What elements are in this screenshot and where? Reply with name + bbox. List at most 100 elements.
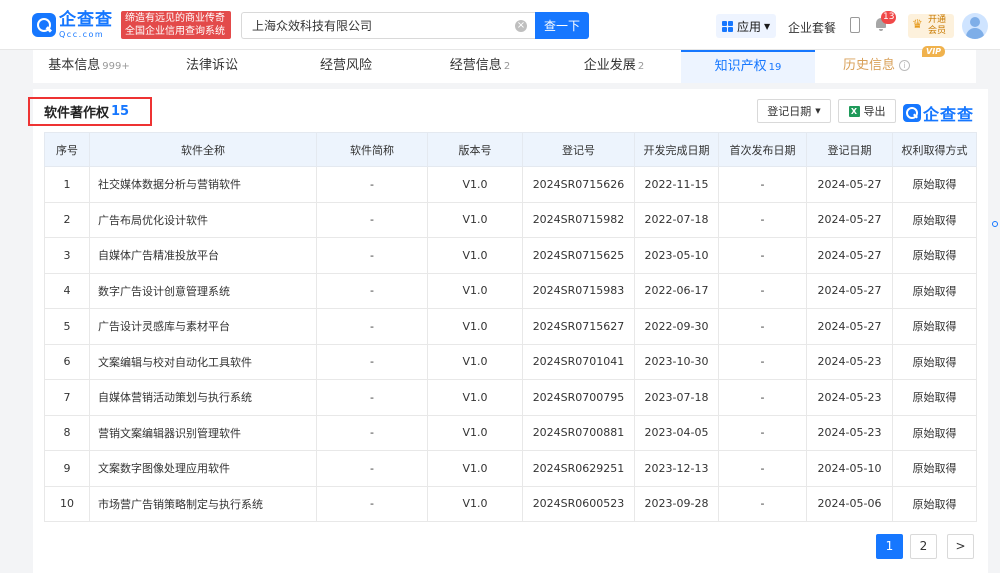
mobile-phone-icon[interactable] <box>850 17 860 33</box>
col-dev-date-cell: 2022-07-18 <box>634 201 719 238</box>
col-version-cell: V1.0 <box>427 201 523 238</box>
col-acquire-method-cell: 原始取得 <box>892 272 977 309</box>
table-row[interactable]: 2 广告布局优化设计软件 - V1.0 2024SR0715982 2022-07-18-… <box>44 201 977 238</box>
user-avatar[interactable] <box>962 13 988 39</box>
tab-business-risk[interactable]: 经营风险 <box>279 50 413 83</box>
magnifier-logo-icon <box>903 104 921 122</box>
col-version-cell: V1.0 <box>427 343 523 380</box>
col-reg-no-cell: 2024SR0700881 <box>522 414 635 451</box>
logo-cn: 企查查 <box>59 9 113 30</box>
tab-label: 企业发展 <box>583 58 636 73</box>
col-dev-date-cell: 2022-09-30 <box>634 308 719 345</box>
col-index-cell: 10 <box>44 485 90 522</box>
col-full-name-cell[interactable]: 自媒体广告精准投放平台 <box>89 237 317 274</box>
search-button[interactable]: 查一下 <box>535 12 589 39</box>
open-vip-button[interactable]: 开通 会员 <box>908 14 954 38</box>
top-header: 企查查 Qcc.com 缔造有远见的商业传奇 全国企业信用查询系统 × 查一下 … <box>0 0 1000 50</box>
slogan-banner: 缔造有远见的商业传奇 全国企业信用查询系统 <box>121 11 231 39</box>
col-reg-no-cell: 2024SR0701041 <box>522 343 635 380</box>
tab-operation-info[interactable]: 经营信息 2 <box>413 50 547 83</box>
clear-icon[interactable]: × <box>515 20 527 32</box>
tab-count: 2 <box>637 61 645 72</box>
col-index-cell: 5 <box>44 308 90 345</box>
export-button[interactable]: X 导出 <box>838 99 896 123</box>
col-publish-date-cell: - <box>718 450 807 487</box>
col-reg-no-cell: 2024SR0715625 <box>522 237 635 274</box>
app-menu-button[interactable]: 应用 ▼ <box>716 14 777 38</box>
col-publish-date-cell: - <box>718 166 807 203</box>
col-publish-date-cell: - <box>718 414 807 451</box>
table-header-col-publish-date: 首次发布日期 <box>718 132 807 167</box>
tab-history[interactable]: 历史信息 i <box>815 50 938 83</box>
col-full-name-cell[interactable]: 广告设计灵感库与素材平台 <box>89 308 317 345</box>
chevron-down-icon: ▼ <box>815 107 821 115</box>
col-publish-date-cell: - <box>718 379 807 416</box>
brand-text: 企查查 <box>923 105 975 124</box>
table-row[interactable]: 9 文案数字图像处理应用软件 - V1.0 2024SR0629251 2023-12-1… <box>44 450 977 487</box>
table-row[interactable]: 10 市场营广告销策略制定与执行系统 - V1.0 2024SR0600523 2023-… <box>44 485 977 522</box>
col-reg-date-cell: 2024-05-27 <box>806 272 893 309</box>
col-full-name-cell[interactable]: 广告布局优化设计软件 <box>89 201 317 238</box>
col-reg-date-cell: 2024-05-06 <box>806 485 893 522</box>
qcc-logo[interactable]: 企查查 Qcc.com <box>32 10 113 40</box>
page-2-button[interactable]: 2 <box>910 534 937 559</box>
magnifier-logo-icon <box>32 13 56 37</box>
col-full-name-cell[interactable]: 文案编辑与校对自动化工具软件 <box>89 343 317 380</box>
col-full-name-cell[interactable]: 社交媒体数据分析与营销软件 <box>89 166 317 203</box>
col-dev-date-cell: 2023-07-18 <box>634 379 719 416</box>
tab-basic-info[interactable]: 基本信息 999+ <box>33 50 145 83</box>
table-header-col-dev-date: 开发完成日期 <box>634 132 719 167</box>
col-dev-date-cell: 2023-10-30 <box>634 343 719 380</box>
search-box: × <box>241 12 535 39</box>
table-row[interactable]: 4 数字广告设计创意管理系统 - V1.0 2024SR0715983 2022-06-1… <box>44 272 977 309</box>
col-index-cell: 7 <box>44 379 90 416</box>
col-index-cell: 4 <box>44 272 90 309</box>
col-full-name-cell[interactable]: 自媒体营销活动策划与执行系统 <box>89 379 317 416</box>
table-row[interactable]: 3 自媒体广告精准投放平台 - V1.0 2024SR0715625 2023-05-10… <box>44 237 977 274</box>
col-reg-no-cell: 2024SR0700795 <box>522 379 635 416</box>
tab-development[interactable]: 企业发展 2 <box>547 50 681 83</box>
col-dev-date-cell: 2023-12-13 <box>634 450 719 487</box>
col-full-name-cell[interactable]: 文案数字图像处理应用软件 <box>89 450 317 487</box>
tab-legal[interactable]: 法律诉讼 <box>145 50 279 83</box>
table-header-col-acquire-method: 权利取得方式 <box>892 132 977 167</box>
col-reg-no-cell: 2024SR0600523 <box>522 485 635 522</box>
col-index-cell: 9 <box>44 450 90 487</box>
vip-open-line-2: 会员 <box>928 26 947 36</box>
table-row[interactable]: 7 自媒体营销活动策划与执行系统 - V1.0 2024SR0700795 2023-07… <box>44 379 977 416</box>
col-reg-no-cell: 2024SR0715982 <box>522 201 635 238</box>
table-row[interactable]: 6 文案编辑与校对自动化工具软件 - V1.0 2024SR0701041 2023-10… <box>44 343 977 380</box>
table-header-col-full-name: 软件全称 <box>89 132 317 167</box>
page-1-button[interactable]: 1 <box>876 534 903 559</box>
slogan-line-1: 缔造有远见的商业传奇 <box>125 13 225 24</box>
slogan-line-2: 全国企业信用查询系统 <box>125 26 225 37</box>
col-publish-date-cell: - <box>718 343 807 380</box>
col-full-name-cell[interactable]: 营销文案编辑器识别管理软件 <box>89 414 317 451</box>
col-reg-date-cell: 2024-05-23 <box>806 343 893 380</box>
section-title: 软件著作权 15 <box>28 97 152 126</box>
col-full-name-cell[interactable]: 数字广告设计创意管理系统 <box>89 272 317 309</box>
col-index-cell: 6 <box>44 343 90 380</box>
col-acquire-method-cell: 原始取得 <box>892 201 977 238</box>
col-reg-date-cell: 2024-05-27 <box>806 201 893 238</box>
sort-by-date-dropdown[interactable]: 登记日期 ▼ <box>757 99 831 123</box>
table-row[interactable]: 1 社交媒体数据分析与营销软件 - V1.0 2024SR0715626 2022-11-… <box>44 166 977 203</box>
col-acquire-method-cell: 原始取得 <box>892 166 977 203</box>
table-row[interactable]: 8 营销文案编辑器识别管理软件 - V1.0 2024SR0700881 2023-04-… <box>44 414 977 451</box>
table-header-col-index: 序号 <box>44 132 90 167</box>
notification-badge: 13 <box>881 11 897 24</box>
tab-intellectual-property[interactable]: 知识产权 19 <box>681 50 815 83</box>
crown-icon <box>912 17 923 31</box>
tab-label: 知识产权 <box>714 59 767 74</box>
enterprise-package-link[interactable]: 企业套餐 <box>788 19 836 36</box>
col-full-name-cell[interactable]: 市场营广告销策略制定与执行系统 <box>89 485 317 522</box>
vip-open-line-1: 开通 <box>928 15 947 25</box>
col-dev-date-cell: 2022-06-17 <box>634 272 719 309</box>
next-page-button[interactable]: > <box>947 534 974 559</box>
col-version-cell: V1.0 <box>427 272 523 309</box>
table-header-col-reg-date: 登记日期 <box>806 132 893 167</box>
col-dev-date-cell: 2023-04-05 <box>634 414 719 451</box>
table-row[interactable]: 5 广告设计灵感库与素材平台 - V1.0 2024SR0715627 2022-09-3… <box>44 308 977 345</box>
side-scroll-indicator[interactable] <box>992 221 998 227</box>
search-input[interactable] <box>242 13 502 38</box>
